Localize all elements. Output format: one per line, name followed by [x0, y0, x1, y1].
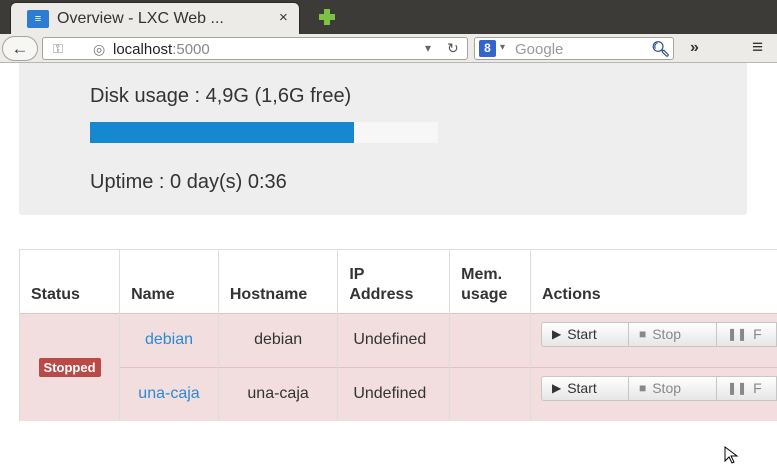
new-tab-button[interactable]	[315, 6, 339, 28]
table-row: Stopped debian debian Undefined ▶Start ■…	[20, 313, 777, 367]
page-content: Disk usage : 4,9G (1,6G free) Uptime : 0…	[0, 63, 777, 463]
ip-cell: Undefined	[338, 313, 450, 367]
mem-cell	[450, 367, 531, 421]
header-actions: Actions	[530, 250, 777, 313]
stop-button[interactable]: ■ Stop	[629, 322, 717, 347]
uptime-label: Uptime : 0 day(s) 0:36	[90, 171, 287, 194]
disk-usage-bar	[90, 122, 438, 143]
hostname-cell: una-caja	[218, 367, 337, 421]
url-text: localhost:5000	[113, 41, 210, 58]
stop-label: Stop	[652, 380, 681, 396]
hostname-cell: debian	[218, 313, 337, 367]
search-engine-dropdown-icon[interactable]: ▾	[500, 42, 505, 53]
url-bar[interactable]: ⚿ ◎ localhost:5000 ▾ ↻	[42, 37, 468, 60]
stop-icon: ■	[639, 327, 646, 341]
table-header-row: Status Name Hostname IP Address Mem. usage…	[20, 250, 777, 313]
start-label: Start	[567, 380, 597, 396]
url-host: localhost	[113, 41, 172, 58]
stop-icon: ■	[639, 381, 646, 395]
freeze-label: F	[753, 380, 762, 396]
start-button[interactable]: ▶ Start	[541, 376, 629, 401]
mem-cell	[450, 313, 531, 367]
action-buttons: ▶ Start ■ Stop ❚❚ F	[541, 376, 777, 401]
pause-icon: ❚❚	[727, 327, 747, 341]
start-button[interactable]: ▶ Start	[541, 322, 629, 347]
disk-usage-fill	[90, 122, 354, 143]
search-bar[interactable]: 8 ▾ Google 🔍︎	[474, 37, 674, 60]
url-dropdown-icon[interactable]: ▾	[425, 41, 431, 55]
freeze-button[interactable]: ❚❚ F	[717, 322, 777, 347]
header-status: Status	[20, 250, 120, 313]
header-ip-line1: IP	[349, 266, 364, 283]
name-cell: debian	[120, 313, 219, 367]
tab-title: Overview - LXC Web ...	[57, 10, 224, 28]
header-mem: Mem. usage	[450, 250, 531, 313]
container-link-una-caja[interactable]: una-caja	[138, 385, 199, 402]
header-mem-line2: usage	[461, 286, 507, 303]
stats-panel: Disk usage : 4,9G (1,6G free) Uptime : 0…	[19, 63, 747, 215]
actions-cell: ▶ Start ■ Stop ❚❚ F	[530, 367, 777, 421]
globe-icon: ◎	[93, 41, 105, 58]
menu-button[interactable]: ≡	[752, 37, 763, 59]
stop-label: Stop	[652, 326, 681, 342]
actions-cell: ▶ Start ■ Stop ❚❚ F	[530, 313, 777, 367]
back-button[interactable]: ←	[2, 36, 38, 61]
browser-chrome: ≡ Overview - LXC Web ... × ← ⚿ ◎ localho…	[0, 0, 777, 63]
play-icon: ▶	[552, 327, 561, 341]
containers-table: Status Name Hostname IP Address Mem. usage…	[19, 250, 777, 421]
tab-close-icon[interactable]: ×	[279, 9, 288, 26]
header-ip-line2: Address	[349, 286, 413, 303]
play-icon: ▶	[552, 381, 561, 395]
freeze-label: F	[753, 326, 762, 342]
ip-cell: Undefined	[338, 367, 450, 421]
action-buttons: ▶ Start ■ Stop ❚❚ F	[541, 322, 777, 347]
reload-icon[interactable]: ↻	[447, 40, 459, 57]
status-cell: Stopped	[20, 313, 120, 421]
google-icon[interactable]: 8	[479, 40, 496, 57]
freeze-button[interactable]: ❚❚ F	[717, 376, 777, 401]
tab-overview[interactable]: ≡ Overview - LXC Web ... ×	[10, 2, 300, 34]
container-link-debian[interactable]: debian	[145, 331, 193, 348]
search-icon[interactable]: 🔍︎	[651, 40, 670, 58]
header-hostname: Hostname	[218, 250, 337, 313]
name-cell: una-caja	[120, 367, 219, 421]
containers-table-wrap: Status Name Hostname IP Address Mem. usage…	[19, 249, 777, 421]
start-label: Start	[567, 326, 597, 342]
header-mem-line1: Mem.	[461, 266, 502, 283]
header-name: Name	[120, 250, 219, 313]
key-icon: ⚿	[53, 41, 63, 57]
search-placeholder: Google	[515, 41, 563, 58]
table-row: una-caja una-caja Undefined ▶ Start ■ Stop…	[20, 367, 777, 421]
status-badge: Stopped	[39, 358, 101, 377]
disk-usage-label: Disk usage : 4,9G (1,6G free)	[90, 85, 351, 108]
pause-icon: ❚❚	[727, 381, 747, 395]
stop-button[interactable]: ■ Stop	[629, 376, 717, 401]
back-arrow-icon: ←	[12, 39, 29, 59]
header-ip: IP Address	[338, 250, 450, 313]
tab-bar: ≡ Overview - LXC Web ... ×	[0, 0, 777, 34]
overflow-button[interactable]: »	[690, 39, 699, 57]
url-port: :5000	[172, 41, 210, 58]
navigation-bar: ← ⚿ ◎ localhost:5000 ▾ ↻ 8 ▾ Google 🔍︎ »…	[0, 34, 777, 63]
favicon-icon: ≡	[27, 10, 49, 28]
plus-icon	[315, 6, 339, 28]
mouse-cursor-icon	[723, 446, 741, 464]
